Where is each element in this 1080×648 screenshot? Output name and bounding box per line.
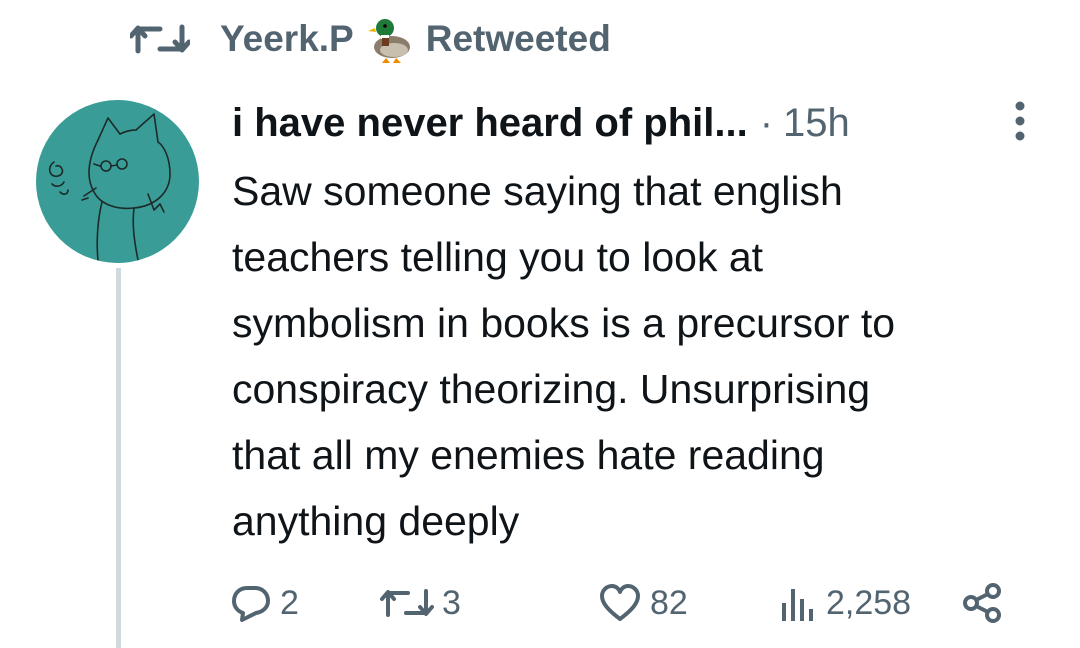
avatar[interactable] <box>36 100 199 263</box>
retweet-count: 3 <box>442 583 461 622</box>
cat-drawing-avatar-icon <box>48 113 171 261</box>
thread-line <box>116 268 121 648</box>
share-icon <box>963 583 1001 623</box>
duck-emoji-icon <box>367 19 410 63</box>
separator-dot: · <box>759 100 774 145</box>
retweet-icon <box>130 24 190 54</box>
tweet-header: i have never heard of phil... · 15h <box>232 93 850 153</box>
tweet-actions: 2 3 82 2,258 <box>230 578 1030 628</box>
tweet-text: Saw someone saying that english teachers… <box>232 168 896 544</box>
reply-button[interactable]: 2 <box>230 578 299 628</box>
share-button[interactable] <box>960 578 1012 628</box>
social-context: Yeerk.P Retweeted <box>130 14 611 64</box>
like-button[interactable]: 82 <box>598 578 688 628</box>
display-name[interactable]: i have never heard of phil... <box>232 101 748 146</box>
view-count: 2,258 <box>826 583 912 622</box>
timestamp[interactable]: 15h <box>783 101 850 146</box>
retweeter-name[interactable]: Yeerk.P <box>220 18 354 60</box>
analytics-icon <box>782 589 813 621</box>
more-options-icon[interactable] <box>1006 98 1034 144</box>
retweet-button[interactable]: 3 <box>380 578 461 628</box>
reply-icon <box>232 586 270 622</box>
like-count: 82 <box>650 583 688 622</box>
heart-icon <box>600 584 640 621</box>
reply-count: 2 <box>280 583 299 622</box>
retweet-action-icon <box>380 589 434 617</box>
views-button[interactable]: 2,258 <box>778 578 911 628</box>
retweet-action-label: Retweeted <box>425 18 611 59</box>
